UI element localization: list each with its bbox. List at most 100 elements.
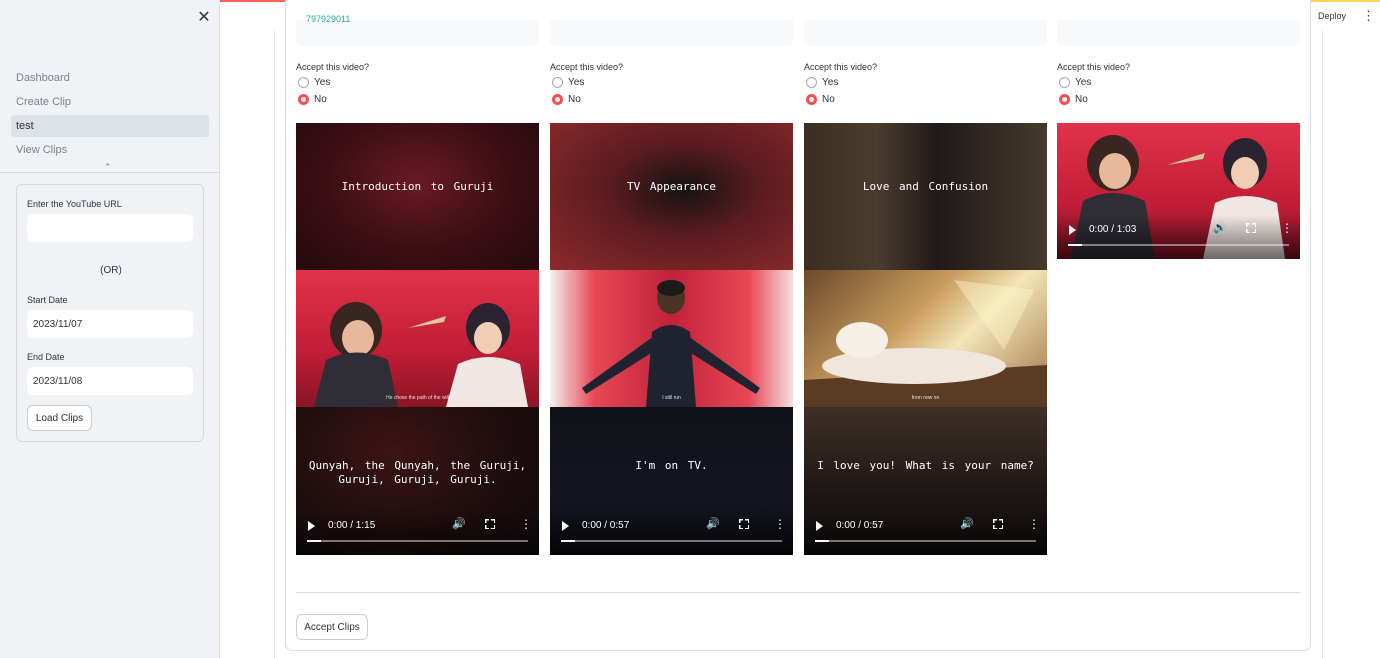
clip-load-form: Enter the YouTube URL (OR) Start Date En… [16,184,204,442]
radio-no[interactable]: No [550,91,793,108]
video-controls: 0:00 / 0:57 🔊 ⋮ [550,511,793,555]
section-divider [296,592,1300,593]
deploy-button[interactable]: Deploy [1318,11,1346,21]
sidebar-divider [0,172,220,173]
accept-clips-button[interactable]: Accept Clips [296,614,368,640]
accept-question: Accept this video? [296,62,370,72]
radio-no-label: No [822,94,835,105]
radio-circle[interactable] [298,77,309,88]
more-options-icon[interactable]: ⋮ [1028,517,1040,531]
volume-icon[interactable]: 🔊 [1213,221,1227,234]
radio-yes[interactable]: Yes [804,74,1047,91]
radio-circle-selected[interactable] [552,94,563,105]
fullscreen-icon[interactable] [1246,223,1256,233]
radio-yes-label: Yes [822,77,839,88]
radio-yes[interactable]: Yes [1057,74,1300,91]
previous-field-text: 797929011 [306,14,351,24]
previous-field: 797929011 [296,14,539,46]
more-options-icon[interactable]: ⋮ [774,517,786,531]
main-menu-icon[interactable]: ⋮ [1362,8,1375,24]
sidebar-item-create-clip[interactable]: Create Clip [11,91,209,113]
youtube-url-label: Enter the YouTube URL [27,199,122,209]
radio-circle[interactable] [1059,77,1070,88]
radio-circle[interactable] [806,77,817,88]
video-player[interactable]: Introduction to Guruji He chose the path… [296,123,539,555]
accept-question: Accept this video? [550,62,624,72]
youtube-url-input[interactable] [27,214,193,242]
accept-question: Accept this video? [804,62,878,72]
video-subtitle: Qunyah, the Qunyah, the Guruji, Guruji, … [308,459,527,486]
video-time: 0:00 / 1:03 [1089,224,1137,235]
video-subtitle: I'm on TV. [635,459,708,472]
clip-column-4: Accept this video? Yes No 0:00 / 1:03 🔊 … [1057,60,1300,259]
video-title-frame: Love and Confusion [804,123,1047,270]
sidebar-nav: Dashboard Create Clip test View Clips [11,67,209,163]
fullscreen-icon[interactable] [739,519,749,529]
radio-no[interactable]: No [1057,91,1300,108]
more-options-icon[interactable]: ⋮ [1281,221,1293,235]
video-time: 0:00 / 0:57 [582,520,630,531]
video-progress-fill [815,540,829,542]
video-progress-fill [307,540,321,542]
video-title-frame: Introduction to Guruji [296,123,539,270]
volume-icon[interactable]: 🔊 [960,517,974,530]
radio-circle-selected[interactable] [806,94,817,105]
main-left-border [274,30,275,658]
previous-field [1057,20,1300,46]
play-icon[interactable] [1069,225,1076,235]
volume-icon[interactable]: 🔊 [706,517,720,530]
sidebar-item-view-clips[interactable]: View Clips [11,139,209,161]
play-icon[interactable] [562,521,569,531]
radio-circle[interactable] [552,77,563,88]
video-progress-bar[interactable] [307,540,528,542]
close-sidebar-icon[interactable]: ✕ [195,10,213,28]
radio-yes[interactable]: Yes [296,74,539,91]
video-player[interactable]: Love and Confusion from now on I love yo… [804,123,1047,555]
radio-yes-label: Yes [568,77,585,88]
video-time: 0:00 / 0:57 [836,520,884,531]
radio-circle-selected[interactable] [1059,94,1070,105]
video-controls: 0:00 / 1:15 🔊 ⋮ [296,511,539,555]
sidebar-item-test[interactable]: test [11,115,209,137]
video-subtitle: I love you! What is your name? [817,459,1034,472]
main-right-border [1322,30,1323,658]
radio-no[interactable]: No [296,91,539,108]
video-player[interactable]: 0:00 / 1:03 🔊 ⋮ [1057,123,1300,259]
video-progress-bar[interactable] [1068,244,1289,246]
play-icon[interactable] [308,521,315,531]
video-progress-fill [1068,244,1082,246]
radio-yes-label: Yes [314,77,331,88]
video-player[interactable]: TV Appearance I still run I'm on TV. 0:0… [550,123,793,555]
volume-icon[interactable]: 🔊 [452,517,466,530]
end-date-label: End Date [27,352,65,362]
more-options-icon[interactable]: ⋮ [520,517,532,531]
video-controls: 0:00 / 0:57 🔊 ⋮ [804,511,1047,555]
radio-yes[interactable]: Yes [550,74,793,91]
accept-question: Accept this video? [1057,62,1131,72]
play-icon[interactable] [816,521,823,531]
video-progress-bar[interactable] [561,540,782,542]
video-controls: 0:00 / 1:03 🔊 ⋮ [1057,215,1300,259]
video-caption: I still run [662,395,681,401]
clip-column-3: Accept this video? Yes No Love and Confu… [804,60,1047,555]
end-date-input[interactable] [27,367,193,395]
video-title: TV Appearance [626,180,717,193]
anime-scene-image [314,302,528,407]
radio-no[interactable]: No [804,91,1047,108]
radio-no-label: No [314,94,327,105]
previous-field [804,20,1047,46]
fullscreen-icon[interactable] [993,519,1003,529]
start-date-input[interactable] [27,310,193,338]
sidebar-item-dashboard[interactable]: Dashboard [11,67,209,89]
radio-circle-selected[interactable] [298,94,309,105]
video-time: 0:00 / 1:15 [328,520,376,531]
load-clips-button[interactable]: Load Clips [27,405,92,431]
radio-yes-label: Yes [1075,77,1092,88]
sidebar: ✕ Dashboard Create Clip test View Clips … [0,0,220,658]
video-title: Love and Confusion [862,180,989,193]
fullscreen-icon[interactable] [485,519,495,529]
clip-column-1: Accept this video? Yes No Introduction t… [296,60,539,555]
video-caption: from now on [911,395,940,401]
video-progress-bar[interactable] [815,540,1036,542]
video-scene-frame: from now on [804,270,1047,407]
